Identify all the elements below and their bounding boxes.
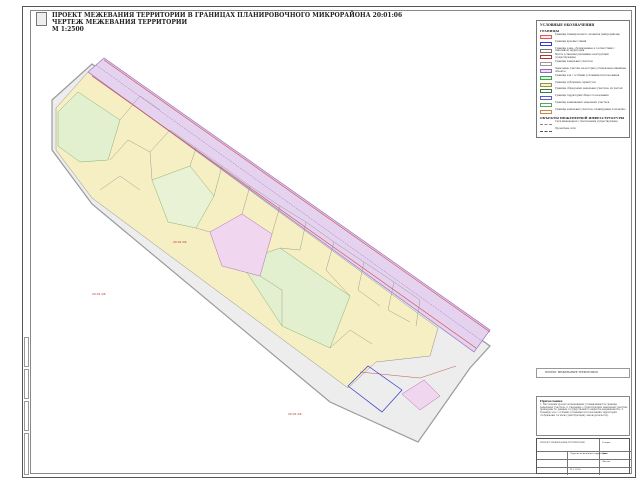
notes-text: 1. Настоящим проектом межевания устанавл… <box>540 403 628 417</box>
stamp-sheets: Листов <box>602 460 611 463</box>
legend-label: Места установки рекламных конструкций (с… <box>555 53 609 60</box>
legend-swatch <box>540 103 552 107</box>
legend-label: Границы зон с особыми условиями использо… <box>555 73 620 77</box>
legend-label: Границы земельных участков, планируемых … <box>555 107 626 111</box>
legend-line-swatch <box>540 124 552 125</box>
legend-swatch <box>540 62 552 67</box>
legend-label: Границы зоны, обозначенные в соответстви… <box>555 46 615 53</box>
legend-swatch <box>540 35 552 39</box>
zone-label-a: 20:01:06 <box>173 240 187 244</box>
legend-label: Границы публичных сервитутов <box>555 80 596 84</box>
legend-label: Сети инженерного обеспечения (существующ… <box>555 120 618 123</box>
stamp-sheet: Лист <box>602 452 608 455</box>
zone-label-b: 20:01:06 <box>92 292 106 296</box>
legend-item: Границы зон с особыми условиями использо… <box>540 73 630 81</box>
legend-line-swatch <box>540 131 552 132</box>
legend-label: Границы земельных участков <box>555 60 593 64</box>
notes-panel: Примечания 1. Настоящим проектом межеван… <box>536 396 630 436</box>
sheet-label: ПРОЕКТ МЕЖЕВАНИЯ ТЕРРИТОРИИ <box>545 371 598 374</box>
zone-label-c: 20:01:06 <box>288 412 302 416</box>
legend-swatch <box>540 89 552 94</box>
legend-swatch <box>540 75 552 80</box>
sheet-label-box: ПРОЕКТ МЕЖЕВАНИЯ ТЕРРИТОРИИ <box>536 368 630 378</box>
legend-swatch <box>540 96 552 101</box>
legend-label: Проектные сети <box>555 127 576 130</box>
legend-title: УСЛОВНЫЕ ОБОЗНАЧЕНИЯ <box>540 23 595 27</box>
legend-item: Границы красных линий <box>540 39 630 47</box>
legend-label: Границы планировочного элемента (микрора… <box>555 33 620 36</box>
legend-label: Границы территорий общего пользования <box>555 94 609 98</box>
legend-infra-item: Проектные сети <box>540 127 630 134</box>
stamp-title: ПРОЕКТ МЕЖЕВАНИЯ ТЕРРИТОРИИ <box>540 441 585 444</box>
legend-swatch <box>540 109 552 114</box>
stamp-scale: М 1:2500 <box>570 468 581 471</box>
legend-swatch <box>540 55 552 60</box>
legend-swatch <box>540 69 552 73</box>
legend-panel: УСЛОВНЫЕ ОБОЗНАЧЕНИЯ ГРАНИЦЫ Границы пла… <box>536 20 630 138</box>
legend-swatch <box>540 82 552 87</box>
legend-swatch <box>540 41 552 46</box>
legend-infra-item: Сети инженерного обеспечения (существующ… <box>540 120 630 127</box>
legend-item: Границы земельных участков, планируемых … <box>540 107 630 115</box>
legend-label: Границы изменяемых земельных участков <box>555 101 610 104</box>
stamp-stage: Стадия <box>602 441 611 444</box>
legend-label: Границы красных линий <box>555 39 587 43</box>
legend-label: Границы образуемых земельных участков, и… <box>555 87 623 91</box>
title-block: ПРОЕКТ МЕЖЕВАНИЯ ТЕРРИТОРИИ Чертеж межев… <box>536 438 631 475</box>
legend-swatch <box>540 48 552 53</box>
drawing-sheet: ПРОЕКТ МЕЖЕВАНИЯ ТЕРРИТОРИИ В ГРАНИЦАХ П… <box>0 0 642 484</box>
legend-label: Земельные участки, на которых установлен… <box>555 67 627 73</box>
